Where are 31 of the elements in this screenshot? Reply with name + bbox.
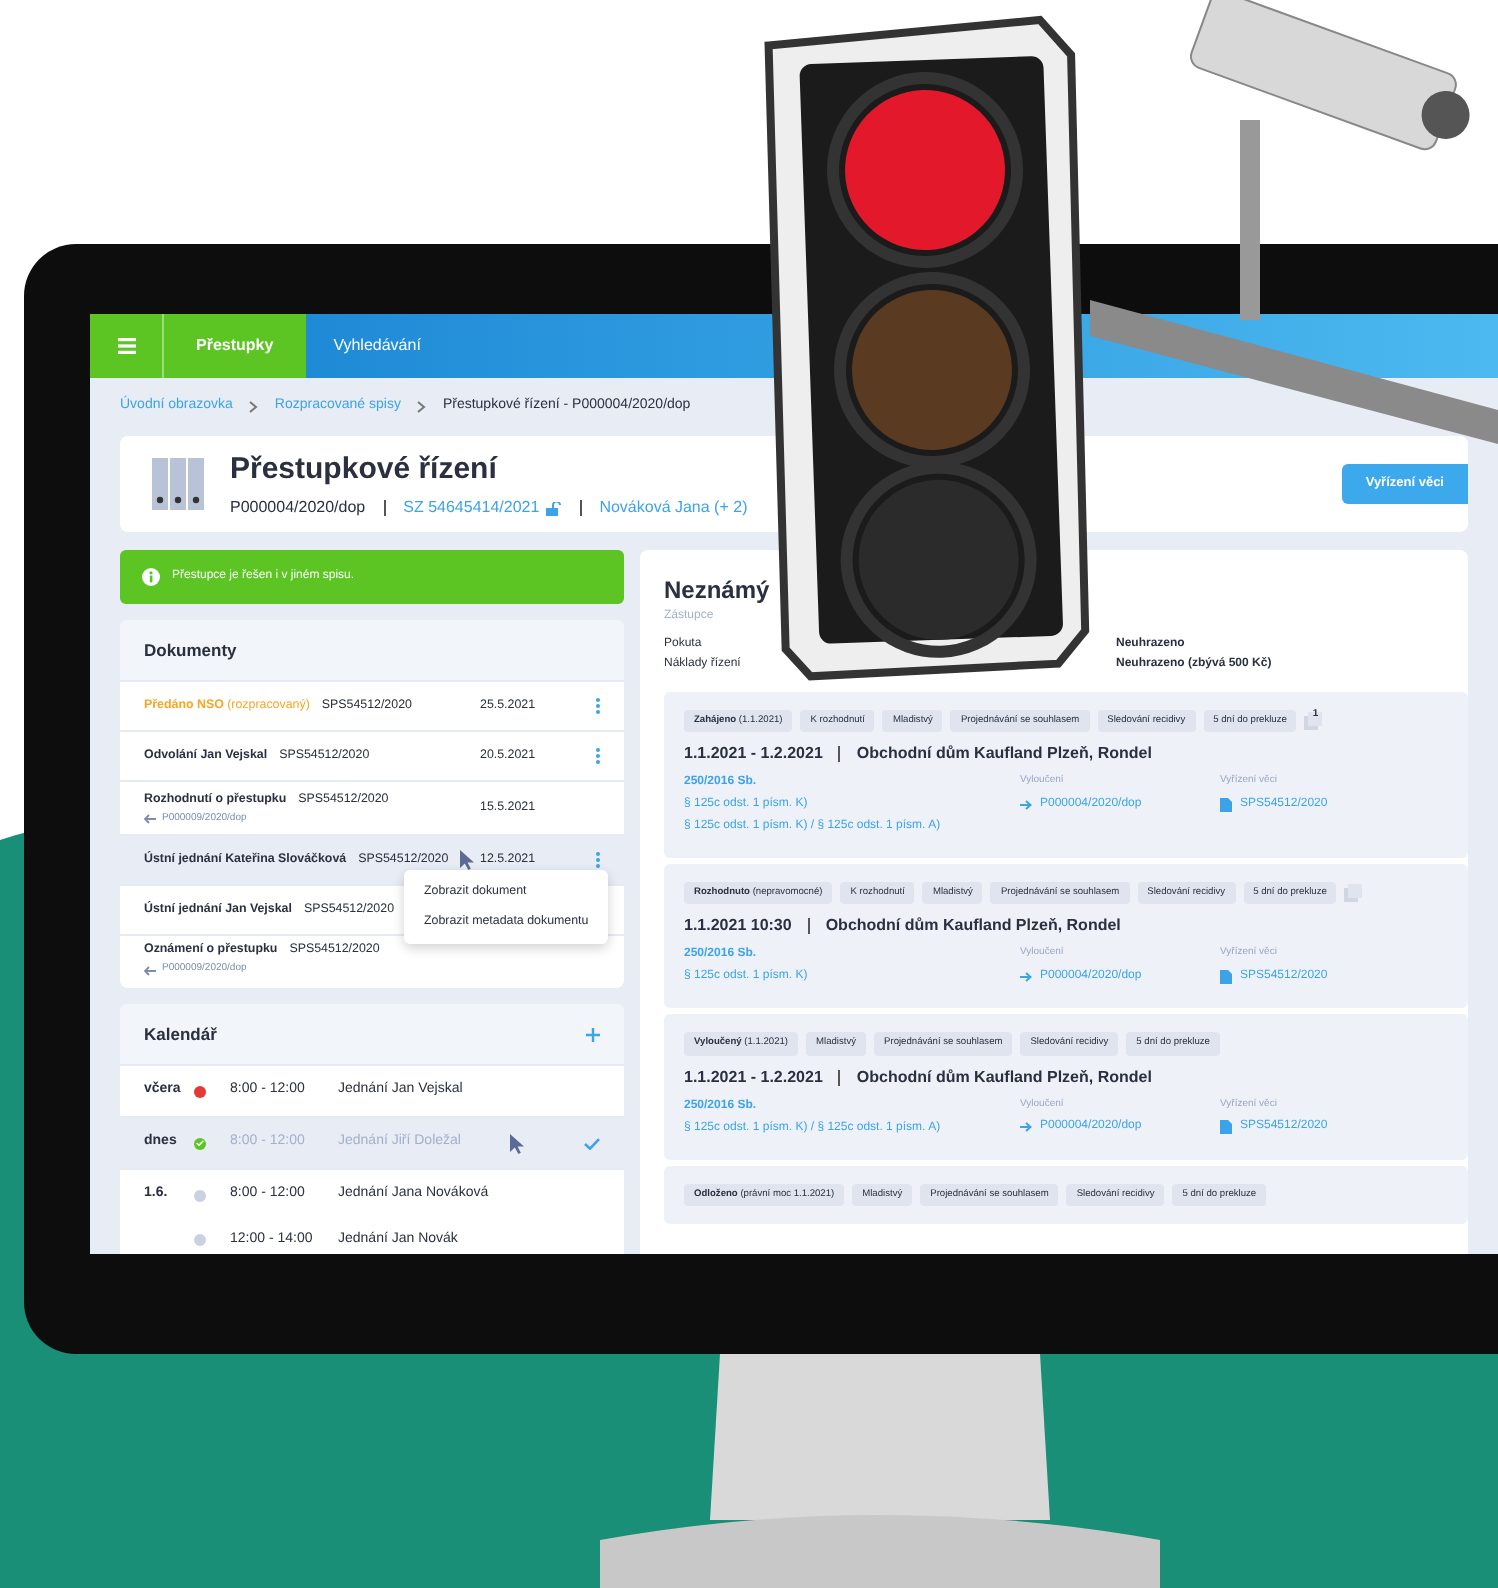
case-place: Obchodní dům Kaufland Plzeň, Rondel	[825, 914, 1121, 939]
arrow-left-icon	[144, 814, 156, 825]
panel-title: Dokumenty	[120, 620, 624, 680]
binders-icon	[152, 458, 204, 510]
page-title: Přestupkové řízení	[230, 449, 500, 490]
case-date: 1.1.2021 10:30	[684, 914, 792, 939]
info-icon	[142, 568, 160, 586]
chevron-icon	[248, 400, 259, 414]
panel-title: Kalendář	[144, 1021, 217, 1047]
document-icon	[1220, 797, 1232, 812]
case-date: 1.1.2021 - 1.2.2021	[684, 742, 823, 767]
menu-icon	[117, 338, 135, 354]
cursor-icon	[460, 850, 475, 870]
file-number: P000004/2020/dop	[230, 496, 366, 521]
case-date: 1.1.2021 - 1.2.2021	[684, 1065, 823, 1090]
arrow-right-icon	[1020, 971, 1032, 982]
file-link[interactable]: SZ 54645414/2021	[403, 496, 540, 521]
lock-icon	[545, 501, 562, 516]
arrow-right-icon	[1020, 799, 1032, 810]
nav-tab[interactable]: Vyhledávání	[305, 314, 449, 378]
case-place: Obchodní dům Kaufland Plzeň, Rondel	[856, 742, 1152, 767]
arrow-right-icon	[1020, 1122, 1032, 1133]
plus-icon	[586, 1027, 600, 1042]
chevron-icon	[416, 400, 427, 414]
persons-link[interactable]: Nováková Jana (+ 2)	[599, 496, 748, 521]
document-icon	[1220, 1120, 1232, 1135]
case-place: Obchodní dům Kaufland Plzeň, Rondel	[856, 1065, 1152, 1090]
cursor-icon	[510, 1133, 524, 1153]
arrow-left-icon	[144, 965, 156, 976]
party-name: Neznámý	[664, 574, 772, 608]
document-icon	[1220, 969, 1232, 984]
